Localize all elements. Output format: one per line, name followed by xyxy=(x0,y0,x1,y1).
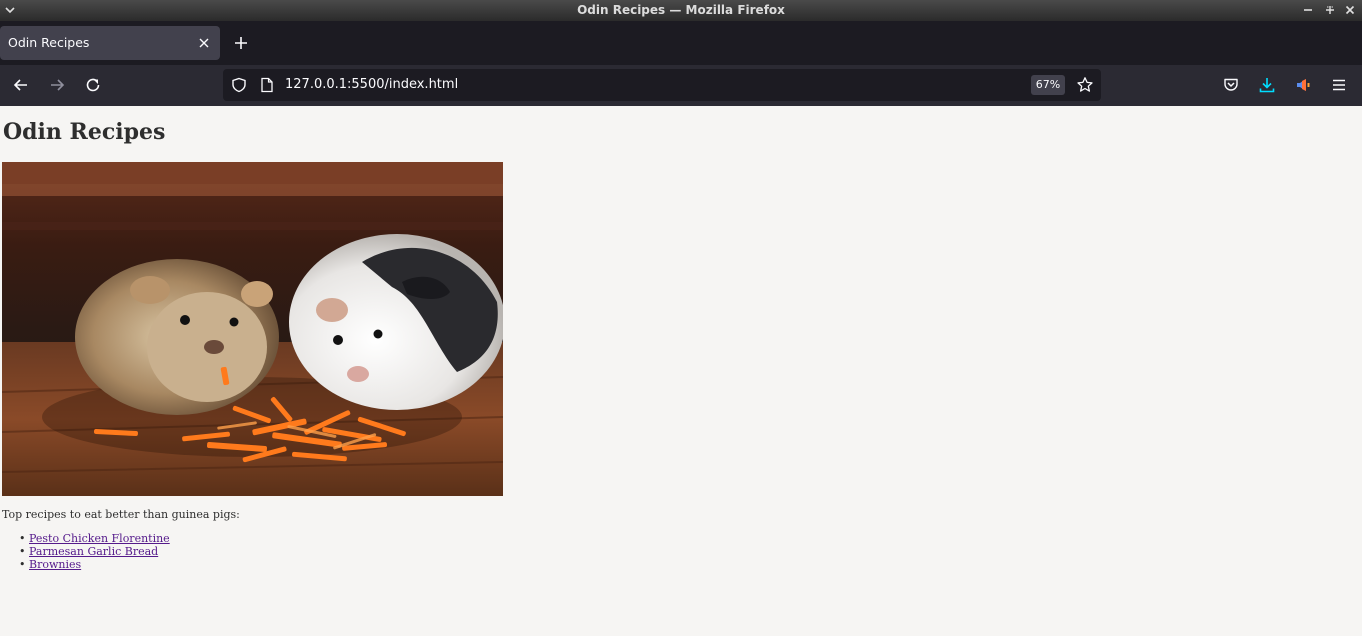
bookmark-star-icon[interactable] xyxy=(1076,76,1094,94)
forward-arrow-icon[interactable] xyxy=(48,76,66,94)
tab-odin-recipes[interactable]: Odin Recipes xyxy=(0,26,220,60)
list-item: • Pesto Chicken Florentine xyxy=(19,532,170,545)
window-title: Odin Recipes — Mozilla Firefox xyxy=(577,3,785,17)
extension-megaphone-icon[interactable] xyxy=(1294,76,1312,94)
recipe-list: • Pesto Chicken Florentine • Parmesan Ga… xyxy=(19,532,170,571)
back-arrow-icon[interactable] xyxy=(12,76,30,94)
guinea-pigs-eating-carrots-image-icon xyxy=(2,162,503,496)
navigation-toolbar: 127.0.0.1:5500/index.html 67% xyxy=(0,65,1362,106)
address-bar[interactable]: 127.0.0.1:5500/index.html 67% xyxy=(223,69,1101,101)
pocket-icon[interactable] xyxy=(1222,76,1240,94)
bullet-icon: • xyxy=(19,545,26,558)
close-tab-icon[interactable] xyxy=(198,37,210,49)
guinea-pigs-image xyxy=(2,162,503,496)
page-info-icon[interactable] xyxy=(260,77,274,93)
close-window-icon[interactable] xyxy=(1343,3,1357,17)
zoom-level-badge[interactable]: 67% xyxy=(1031,75,1065,95)
bullet-icon: • xyxy=(19,532,26,545)
tracking-protection-shield-icon[interactable] xyxy=(231,77,247,93)
page-title: Odin Recipes xyxy=(3,119,166,145)
reload-icon[interactable] xyxy=(84,76,102,94)
downloads-icon[interactable] xyxy=(1258,76,1276,94)
list-item: • Parmesan Garlic Bread xyxy=(19,545,170,558)
maximize-icon[interactable] xyxy=(1323,3,1337,17)
url-text[interactable]: 127.0.0.1:5500/index.html xyxy=(285,77,458,92)
minimize-icon[interactable] xyxy=(1301,3,1315,17)
page-content: Odin Recipes Top recipes to eat better t… xyxy=(0,106,1362,636)
intro-text: Top recipes to eat better than guinea pi… xyxy=(2,508,240,521)
recipe-link-pesto-chicken-florentine[interactable]: Pesto Chicken Florentine xyxy=(29,532,170,545)
bullet-icon: • xyxy=(19,558,26,571)
tab-title: Odin Recipes xyxy=(8,35,90,50)
hamburger-menu-icon[interactable] xyxy=(1330,76,1348,94)
tab-strip: Odin Recipes xyxy=(0,21,1362,65)
new-tab-plus-icon[interactable] xyxy=(233,35,249,51)
list-item: • Brownies xyxy=(19,558,170,571)
recipe-link-parmesan-garlic-bread[interactable]: Parmesan Garlic Bread xyxy=(29,545,158,558)
window-title-bar: Odin Recipes — Mozilla Firefox xyxy=(0,0,1362,21)
recipe-link-brownies[interactable]: Brownies xyxy=(29,558,81,571)
